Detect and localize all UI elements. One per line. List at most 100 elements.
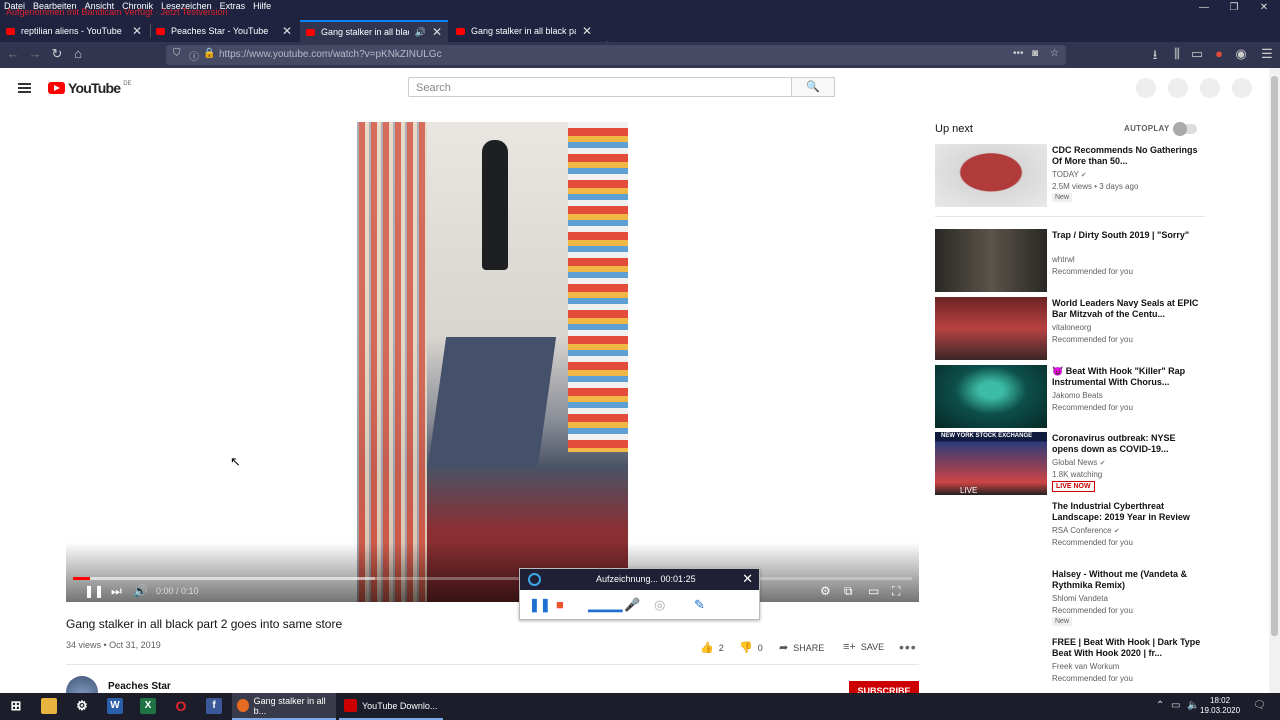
recommended-video[interactable]: 😈 Beat With Hook "Killer" Rap Instrument… bbox=[935, 365, 1205, 428]
tray-chevron-icon[interactable]: ⌃ bbox=[1156, 700, 1164, 711]
tab-reptilian-aliens[interactable]: reptilian aliens - YouTube ✕ bbox=[0, 20, 148, 42]
recommended-title[interactable]: Coronavirus outbreak: NYSE opens down as… bbox=[1052, 433, 1202, 455]
recommended-video[interactable]: The Industrial Cyberthreat Landscape: 20… bbox=[935, 500, 1205, 563]
video-thumbnail[interactable] bbox=[935, 500, 1047, 563]
download-icon[interactable]: ⭳ bbox=[1146, 46, 1164, 68]
draw-pen-icon[interactable]: ✎ bbox=[694, 597, 705, 613]
volume-tray-icon[interactable]: 🔈 bbox=[1187, 700, 1199, 711]
stop-recording-icon[interactable]: ■ bbox=[556, 597, 564, 612]
create-icon[interactable] bbox=[1136, 78, 1156, 98]
tab-gang-stalker-part-2[interactable]: Gang stalker in all black part 2 🔊 ✕ bbox=[300, 20, 448, 42]
recommended-title[interactable]: Trap / Dirty South 2019 | "Sorry" bbox=[1052, 230, 1202, 241]
settings-gear-icon[interactable]: ⚙ bbox=[820, 584, 831, 598]
youtube-logo[interactable]: YouTube DE bbox=[48, 80, 132, 96]
autoplay-toggle[interactable] bbox=[1173, 122, 1197, 136]
page-scrollbar[interactable] bbox=[1269, 68, 1280, 693]
scrollbar-thumb[interactable] bbox=[1271, 76, 1278, 636]
sidebar-icon[interactable]: ▭ bbox=[1188, 46, 1206, 62]
windows-start-icon[interactable]: ⊞ bbox=[8, 698, 24, 714]
microphone-icon[interactable]: 🎤 bbox=[624, 597, 640, 613]
bookmark-star-icon[interactable]: ☆ bbox=[1050, 48, 1059, 59]
network-icon[interactable]: ▭ bbox=[1171, 700, 1180, 711]
recommended-video[interactable]: CDC Recommends No Gatherings Of More tha… bbox=[935, 144, 1205, 207]
home-icon[interactable]: ⌂ bbox=[69, 46, 87, 61]
video-frame[interactable] bbox=[357, 122, 628, 602]
search-input[interactable]: Search bbox=[408, 77, 792, 97]
channel-name[interactable]: Peaches Star bbox=[108, 681, 171, 692]
system-clock[interactable]: 18:02 19.03.2020 bbox=[1200, 696, 1240, 716]
library-icon[interactable]: ⫼ bbox=[1168, 46, 1186, 62]
close-tab-icon[interactable]: ✕ bbox=[582, 24, 592, 38]
address-bar[interactable]: ⛉ ⓘ 🔒 https://www.youtube.com/watch?v=pK… bbox=[166, 45, 1066, 65]
save-button[interactable]: ≡+ SAVE bbox=[843, 641, 884, 653]
pause-icon[interactable]: ❚❚ bbox=[84, 584, 104, 598]
close-tab-icon[interactable]: ✕ bbox=[282, 24, 292, 38]
page-actions-icon[interactable]: ••• bbox=[1013, 48, 1024, 59]
share-button[interactable]: ➦ SHARE bbox=[779, 641, 824, 654]
reload-icon[interactable]: ↻ bbox=[48, 46, 66, 62]
webcam-icon[interactable]: ◎ bbox=[654, 597, 665, 613]
recommended-title[interactable]: 😈 Beat With Hook "Killer" Rap Instrument… bbox=[1052, 366, 1202, 388]
hamburger-menu-icon[interactable]: ☰ bbox=[1258, 46, 1276, 62]
video-thumbnail[interactable] bbox=[935, 229, 1047, 292]
video-thumbnail[interactable] bbox=[935, 568, 1047, 631]
word-icon[interactable]: W bbox=[107, 698, 123, 714]
apps-icon[interactable] bbox=[1168, 78, 1188, 98]
recommended-video[interactable]: NEW YORK STOCK EXCHANGE LIVE Coronavirus… bbox=[935, 432, 1205, 495]
theater-mode-icon[interactable]: ▭ bbox=[868, 584, 879, 598]
settings-icon[interactable]: ⚙ bbox=[74, 698, 90, 714]
taskbar-app-youtube-downloader[interactable]: YouTube Downlo... bbox=[339, 693, 443, 720]
extension-icon[interactable]: ● bbox=[1210, 46, 1228, 61]
progress-bar[interactable] bbox=[73, 577, 912, 580]
search-button[interactable]: 🔍 bbox=[791, 77, 835, 97]
account-icon[interactable]: ◉ bbox=[1232, 46, 1250, 62]
recommended-video[interactable]: Halsey - Without me (Vandeta & Rythmika … bbox=[935, 568, 1205, 631]
volume-icon[interactable]: 🔊 bbox=[133, 584, 148, 598]
audio-level-icon[interactable]: ▂▂▂▂▂ bbox=[588, 602, 623, 613]
speaker-icon[interactable]: 🔊 bbox=[415, 27, 426, 38]
opera-icon[interactable]: O bbox=[173, 698, 189, 714]
guide-menu-icon[interactable] bbox=[18, 83, 31, 93]
dislike-button[interactable]: 👎 0 bbox=[739, 641, 763, 654]
close-recorder-icon[interactable]: ✕ bbox=[742, 571, 753, 587]
info-icon[interactable]: ⓘ bbox=[189, 48, 199, 63]
close-tab-icon[interactable]: ✕ bbox=[132, 24, 142, 38]
video-thumbnail[interactable]: NEW YORK STOCK EXCHANGE LIVE bbox=[935, 432, 1047, 495]
miniplayer-icon[interactable]: ⧉ bbox=[844, 584, 853, 599]
notifications-icon[interactable] bbox=[1200, 78, 1220, 98]
back-icon[interactable]: ← bbox=[4, 46, 22, 61]
tab-gang-stalker-part-1[interactable]: Gang stalker in all black part 1 ✕ bbox=[450, 20, 598, 42]
recommended-title[interactable]: World Leaders Navy Seals at EPIC Bar Mit… bbox=[1052, 298, 1202, 320]
close-window-icon[interactable]: ✕ bbox=[1254, 2, 1274, 13]
close-tab-icon[interactable]: ✕ bbox=[432, 25, 442, 39]
recommended-video[interactable]: FREE | Beat With Hook | Dark Type Beat W… bbox=[935, 636, 1205, 692]
recommended-video[interactable]: World Leaders Navy Seals at EPIC Bar Mit… bbox=[935, 297, 1205, 360]
shield-icon[interactable]: ⛉ bbox=[173, 48, 181, 59]
video-thumbnail[interactable] bbox=[935, 297, 1047, 360]
recommended-title[interactable]: CDC Recommends No Gatherings Of More tha… bbox=[1052, 145, 1202, 167]
video-thumbnail[interactable] bbox=[935, 365, 1047, 428]
recommended-title[interactable]: The Industrial Cyberthreat Landscape: 20… bbox=[1052, 501, 1202, 523]
pocket-icon[interactable]: ◙ bbox=[1032, 48, 1038, 59]
recommended-video[interactable]: Trap / Dirty South 2019 | "Sorry" whtrwl… bbox=[935, 229, 1205, 292]
video-player[interactable]: ❚❚ ⏭ 🔊 0:00 / 0:10 ⚙ ⧉ ▭ ⛶ bbox=[66, 122, 919, 602]
minimize-icon[interactable]: — bbox=[1194, 2, 1214, 13]
excel-icon[interactable]: X bbox=[140, 698, 156, 714]
forward-icon[interactable]: → bbox=[26, 46, 44, 61]
video-thumbnail[interactable] bbox=[935, 636, 1047, 692]
video-thumbnail[interactable] bbox=[935, 144, 1047, 207]
fullscreen-icon[interactable]: ⛶ bbox=[892, 584, 900, 599]
subscribe-button[interactable]: SUBSCRIBE bbox=[849, 681, 919, 693]
recording-toolbar[interactable]: Aufzeichnung... 00:01:25 ✕ ❚❚ ■ ▂▂▂▂▂ 🎤 … bbox=[519, 568, 760, 620]
menu-hilfe[interactable]: Hilfe bbox=[253, 1, 271, 11]
restore-icon[interactable]: ❐ bbox=[1224, 2, 1244, 13]
facebook-icon[interactable]: f bbox=[206, 698, 222, 714]
avatar[interactable] bbox=[1232, 78, 1252, 98]
taskbar-app-firefox[interactable]: Gang stalker in all b... bbox=[232, 693, 336, 720]
like-button[interactable]: 👍 2 bbox=[700, 641, 724, 654]
notification-center-icon[interactable]: 🗨 bbox=[1253, 700, 1266, 711]
pause-recording-icon[interactable]: ❚❚ bbox=[529, 597, 551, 613]
tab-peaches-star[interactable]: Peaches Star - YouTube ✕ bbox=[150, 20, 298, 42]
more-actions-icon[interactable]: ••• bbox=[899, 639, 917, 655]
file-explorer-icon[interactable] bbox=[41, 698, 57, 714]
